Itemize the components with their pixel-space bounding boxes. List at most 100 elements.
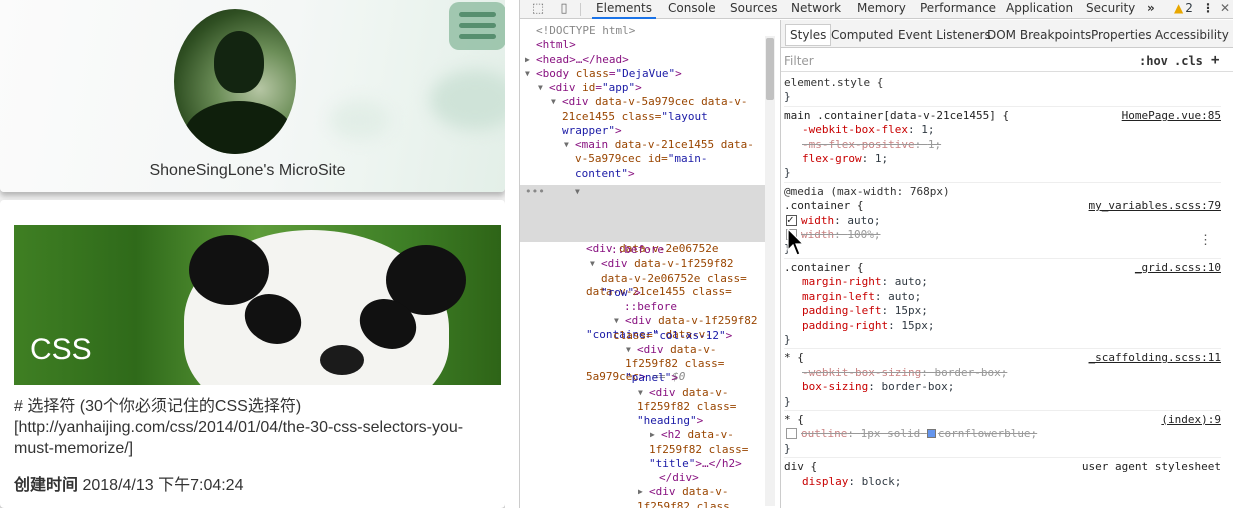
styles-filter-input[interactable] [784, 52, 1084, 70]
dom-node[interactable]: ▶ <div data-v- [536, 485, 766, 499]
rule-menu-icon[interactable]: ⋮ [1199, 234, 1212, 249]
css-declaration-overridden[interactable]: -ms-flex-positive: 1; [784, 138, 1221, 152]
dom-node[interactable]: ▶ <h2 data-v- [536, 428, 766, 442]
collapse-icon[interactable]: ▼ [575, 185, 580, 199]
tab-console[interactable]: Console [668, 0, 716, 19]
subtab-computed[interactable]: Computed [831, 28, 893, 42]
collapse-icon[interactable]: ▼ [525, 67, 530, 81]
hover-state-toggle[interactable]: :hov [1139, 54, 1168, 68]
css-declaration[interactable]: padding-right: 15px; [784, 319, 1221, 333]
rule-element-style[interactable]: element.style { [784, 76, 1221, 90]
declaration-checkbox[interactable] [786, 428, 797, 440]
collapse-icon[interactable]: ▼ [564, 138, 569, 152]
css-declaration[interactable]: width: auto; [784, 213, 1221, 228]
hamburger-menu-icon[interactable] [449, 2, 505, 50]
rule-source-link[interactable]: my_variables.scss:79 [1089, 199, 1221, 213]
dom-node[interactable]: ▼ <div data-v- [536, 386, 766, 400]
dom-node[interactable]: 1f259f82 class= [536, 443, 766, 457]
styles-scrollbar[interactable] [1224, 76, 1233, 508]
summary-link[interactable]: [http://yanhaijing.com/css/2014/01/04/th… [14, 417, 484, 438]
subtab-accessibility[interactable]: Accessibility [1155, 28, 1229, 42]
dom-node[interactable]: ::before [536, 300, 766, 314]
warnings-badge[interactable]: ▲ 2 [1174, 0, 1193, 19]
class-toggle[interactable]: .cls [1174, 54, 1203, 68]
dom-node[interactable]: ▼ <body class="DejaVue"> [525, 67, 766, 81]
rule-source-link[interactable]: HomePage.vue:85 [1122, 109, 1221, 123]
subtab-event-listeners[interactable]: Event Listeners [898, 28, 991, 42]
tab-sources[interactable]: Sources [730, 0, 777, 19]
rule-source-link[interactable]: (index):9 [1161, 413, 1221, 427]
dom-node[interactable]: v-5a979cec id="main- [536, 152, 766, 166]
new-rule-icon[interactable]: + [1211, 52, 1219, 68]
dom-node[interactable]: "title">…</h2> [536, 457, 766, 471]
close-icon[interactable]: ✕ [1220, 0, 1230, 19]
dom-node[interactable]: ▼ <div data-v-5a979cec data-v- [536, 95, 766, 109]
dom-node[interactable]: class="col-xs-12"> [536, 329, 766, 343]
css-declaration-disabled[interactable]: outline: 1px solid cornflowerblue; [784, 427, 1221, 441]
dom-node[interactable]: 1f259f82 class= [536, 357, 766, 371]
avatar[interactable] [174, 9, 296, 154]
color-swatch[interactable] [926, 429, 936, 439]
subtab-properties[interactable]: Properties [1091, 28, 1152, 42]
rule-selector[interactable]: .container {my_variables.scss:79 [784, 199, 1221, 213]
rule-source-link[interactable]: _grid.scss:10 [1135, 261, 1221, 275]
dom-scrollbar[interactable] [765, 36, 775, 506]
dom-node-selected[interactable]: ••• ▼ <div data-v-2e06752e data-v-21ce14… [520, 185, 765, 383]
kebab-menu-icon[interactable]: ⋮ [1202, 0, 1214, 19]
post-card[interactable]: CSS # 选择符 (30个你必须记住的CSS选择符) [http://yanh… [0, 200, 505, 508]
more-tabs-icon[interactable]: » [1147, 0, 1155, 19]
dom-node[interactable]: ▼ <div data-v-1f259f82 [536, 257, 766, 271]
tab-elements[interactable]: Elements [592, 0, 656, 19]
tab-application[interactable]: Application [1006, 0, 1073, 19]
dom-node[interactable]: </div> [536, 471, 766, 485]
css-declaration[interactable]: -webkit-box-flex: 1; [784, 123, 1221, 137]
css-declaration[interactable]: flex-grow: 1; [784, 152, 1221, 166]
rule-source-link[interactable]: _scaffolding.scss:11 [1089, 351, 1221, 365]
rule-selector[interactable]: * {(index):9 [784, 413, 1221, 427]
post-hero-image[interactable]: CSS [14, 225, 501, 385]
declaration-checkbox[interactable] [786, 213, 797, 227]
dom-node[interactable]: content"> [536, 167, 766, 181]
expand-icon[interactable]: ▶ [525, 53, 530, 67]
dom-node[interactable]: ▼ <main data-v-21ce1455 data- [536, 138, 766, 152]
rule-selector[interactable]: .container {_grid.scss:10 [784, 261, 1221, 275]
inspect-element-icon[interactable]: ⬚ [530, 1, 546, 17]
dom-node[interactable]: 1f259f82 class= [536, 400, 766, 414]
subtab-dom-breakpoints[interactable]: DOM Breakpoints [987, 28, 1091, 42]
dom-node[interactable]: ▼ <div data-v-1f259f82 [536, 314, 766, 328]
css-declaration[interactable]: padding-left: 15px; [784, 304, 1221, 318]
device-toolbar-icon[interactable]: ▯ [556, 1, 572, 17]
collapse-icon[interactable]: ▼ [538, 81, 543, 95]
dom-tree[interactable]: <!DOCTYPE html> <html> ▶ <head>…</head> ▼… [520, 20, 780, 508]
dom-node[interactable]: "panel"> [536, 371, 766, 385]
dom-node[interactable]: ::before [536, 243, 766, 257]
collapse-icon[interactable]: ▼ [551, 95, 556, 109]
tab-security[interactable]: Security [1086, 0, 1135, 19]
summary-link[interactable]: must-memorize/] [14, 438, 484, 459]
dom-node[interactable]: ▼ <div data-v- [536, 343, 766, 357]
collapse-icon[interactable]: ▼ [638, 386, 643, 400]
subtab-styles[interactable]: Styles [785, 24, 832, 46]
more-actions-icon[interactable]: ••• [525, 185, 545, 199]
dom-node[interactable]: "heading"> [536, 414, 766, 428]
scrollbar-thumb[interactable] [766, 38, 774, 100]
tab-performance[interactable]: Performance [920, 0, 996, 19]
css-declaration[interactable]: margin-right: auto; [784, 275, 1221, 289]
collapse-icon[interactable]: ▼ [590, 257, 595, 271]
dom-node[interactable]: ▼ <div id="app"> [536, 81, 766, 95]
tab-network[interactable]: Network [791, 0, 841, 19]
dom-node[interactable]: ▶ <head>…</head> [525, 53, 766, 67]
collapse-icon[interactable]: ▼ [626, 343, 631, 357]
css-declaration[interactable]: box-sizing: border-box; [784, 380, 1221, 394]
collapse-icon[interactable]: ▼ [614, 314, 619, 328]
site-title[interactable]: ShoneSingLone's MicroSite [0, 162, 495, 180]
rule-selector[interactable]: main .container[data-v-21ce1455] {HomePa… [784, 109, 1221, 123]
css-declaration-overridden[interactable]: width: 100%; [784, 228, 1221, 242]
rule-selector[interactable]: * {_scaffolding.scss:11 [784, 351, 1221, 365]
dom-node[interactable]: wrapper"> [536, 124, 766, 138]
dom-node[interactable]: <html> [536, 38, 766, 52]
expand-icon[interactable]: ▶ [650, 428, 655, 442]
dom-node[interactable]: 21ce1455 class="layout [536, 110, 766, 124]
css-declaration[interactable]: margin-left: auto; [784, 290, 1221, 304]
rule-selector[interactable]: div {user agent stylesheet [784, 460, 1221, 474]
